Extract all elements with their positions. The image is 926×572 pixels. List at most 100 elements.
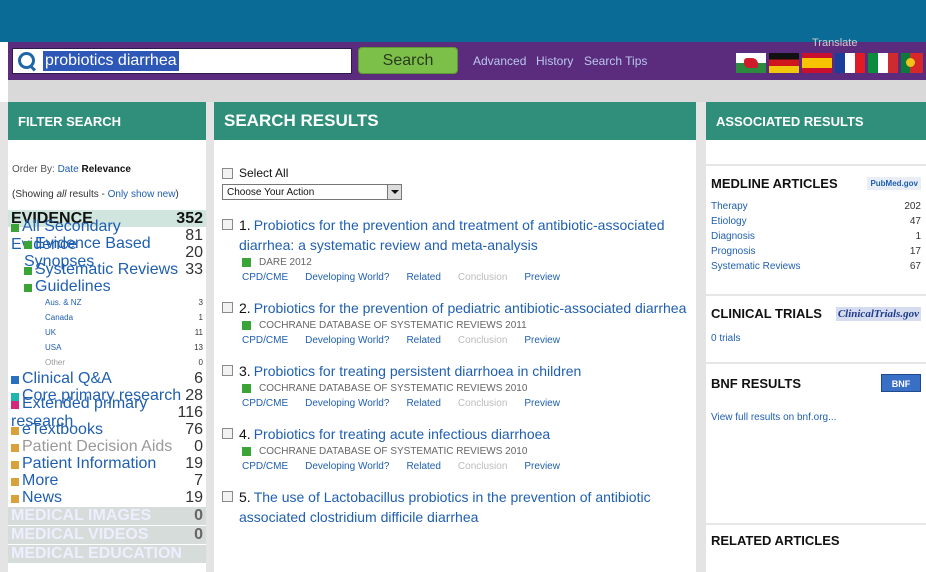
medline-row-label[interactable]: Systematic Reviews bbox=[711, 261, 800, 272]
filter-item[interactable]: Aus. & NZ 3 bbox=[8, 295, 206, 310]
result-link-cpd-cme[interactable]: CPD/CME bbox=[242, 272, 288, 283]
filter-item[interactable]: Canada 1 bbox=[8, 310, 206, 325]
result-checkbox[interactable] bbox=[222, 219, 233, 230]
filter-item[interactable]: Evidence Based Synopses 20 bbox=[8, 235, 206, 270]
filter-item-label[interactable]: More bbox=[22, 472, 58, 489]
order-date-link[interactable]: Date bbox=[58, 164, 79, 175]
result-item: 1. Probiotics for the prevention and trea… bbox=[222, 215, 688, 283]
search-icon bbox=[17, 51, 37, 71]
filter-item[interactable]: Clinical Q&A 6 bbox=[8, 370, 206, 387]
portuguese-flag-icon[interactable] bbox=[901, 53, 923, 73]
filter-item-label[interactable]: Patient Decision Aids bbox=[22, 438, 172, 455]
filter-item[interactable]: Extended primary research 116 bbox=[8, 395, 206, 430]
medline-row[interactable]: Systematic Reviews 67 bbox=[711, 259, 921, 274]
color-square-icon bbox=[11, 426, 19, 435]
filter-item[interactable]: News 19 bbox=[8, 489, 206, 506]
filter-gray-item[interactable]: MEDICAL EDUCATION bbox=[8, 545, 206, 563]
result-title-link[interactable]: Probiotics for treating acute infectious… bbox=[254, 426, 551, 442]
result-link-preview[interactable]: Preview bbox=[524, 461, 560, 472]
result-source: DARE 2012 bbox=[242, 257, 688, 268]
result-title-link[interactable]: Probiotics for the prevention and treatm… bbox=[254, 217, 665, 233]
filter-item[interactable]: Guidelines bbox=[8, 278, 206, 295]
filter-item-label[interactable]: Canada bbox=[45, 313, 73, 322]
french-flag-icon[interactable] bbox=[835, 53, 865, 73]
bnf-full-results-link[interactable]: View full results on bnf.org... bbox=[711, 412, 921, 423]
filter-item-label[interactable]: Guidelines bbox=[35, 278, 111, 295]
search-tips-link[interactable]: Search Tips bbox=[584, 54, 647, 68]
result-source-text: COCHRANE DATABASE OF SYSTEMATIC REVIEWS … bbox=[259, 320, 527, 331]
chevron-down-icon[interactable] bbox=[387, 185, 401, 199]
clinicaltrials-logo[interactable]: ClinicalTrials.gov bbox=[835, 306, 921, 321]
medline-row-label[interactable]: Prognosis bbox=[711, 246, 755, 257]
result-link-developing-world[interactable]: Developing World? bbox=[305, 272, 389, 283]
medline-row[interactable]: Etiology 47 bbox=[711, 214, 921, 229]
filter-gray-item[interactable]: MEDICAL IMAGES 0 bbox=[8, 507, 206, 525]
filter-item-label[interactable]: Other bbox=[45, 358, 65, 367]
italian-flag-icon[interactable] bbox=[868, 53, 898, 73]
result-link-developing-world[interactable]: Developing World? bbox=[305, 398, 389, 409]
filter-item-label[interactable]: USA bbox=[45, 343, 61, 352]
result-link-related[interactable]: Related bbox=[406, 461, 440, 472]
filter-gray-item[interactable]: MEDICAL VIDEOS 0 bbox=[8, 526, 206, 544]
result-title-link[interactable]: Probiotics for treating persistent diarr… bbox=[254, 363, 582, 379]
result-link-developing-world[interactable]: Developing World? bbox=[305, 335, 389, 346]
search-input-box[interactable]: probiotics diarrhea bbox=[12, 48, 352, 74]
medline-row-label[interactable]: Etiology bbox=[711, 216, 747, 227]
result-link-preview[interactable]: Preview bbox=[524, 272, 560, 283]
result-checkbox[interactable] bbox=[222, 365, 233, 376]
welsh-flag-icon[interactable] bbox=[736, 53, 766, 73]
filter-item[interactable]: Other 0 bbox=[8, 355, 206, 370]
spanish-flag-icon[interactable] bbox=[802, 53, 832, 73]
history-link[interactable]: History bbox=[536, 54, 573, 68]
result-checkbox[interactable] bbox=[222, 491, 233, 502]
action-select[interactable]: Choose Your Action bbox=[222, 184, 402, 200]
advanced-link[interactable]: Advanced bbox=[473, 54, 526, 68]
result-link-cpd-cme[interactable]: CPD/CME bbox=[242, 335, 288, 346]
only-show-new-link[interactable]: Only show new bbox=[108, 189, 176, 200]
filter-item[interactable]: More 7 bbox=[8, 472, 206, 489]
result-link-preview[interactable]: Preview bbox=[524, 398, 560, 409]
filter-item-label[interactable]: Clinical Q&A bbox=[22, 370, 112, 387]
trials-count-link[interactable]: 0 trials bbox=[711, 333, 921, 344]
filter-item-label[interactable]: Patient Information bbox=[22, 455, 156, 472]
filter-item-label[interactable]: Systematic Reviews bbox=[35, 261, 178, 278]
result-link-related[interactable]: Related bbox=[406, 335, 440, 346]
search-button[interactable]: Search bbox=[358, 47, 458, 74]
medline-row[interactable]: Diagnosis 1 bbox=[711, 229, 921, 244]
order-relevance[interactable]: Relevance bbox=[81, 164, 130, 175]
filter-item-label[interactable]: News bbox=[22, 489, 62, 506]
filter-item-count: 7 bbox=[194, 471, 203, 489]
medline-row[interactable]: Therapy 202 bbox=[711, 199, 921, 214]
result-links: CPD/CME Developing World? Related Conclusio… bbox=[242, 272, 688, 283]
pubmed-logo[interactable]: PubMed.gov bbox=[867, 177, 921, 190]
bnf-logo[interactable]: BNF bbox=[881, 374, 921, 392]
filter-item[interactable]: UK 11 bbox=[8, 325, 206, 340]
medline-row-label[interactable]: Therapy bbox=[711, 201, 748, 212]
result-link-cpd-cme[interactable]: CPD/CME bbox=[242, 398, 288, 409]
filter-item-count: 116 bbox=[177, 403, 203, 421]
filter-item[interactable]: Patient Decision Aids 0 bbox=[8, 438, 206, 455]
result-title-link[interactable]: diarrhea: a systematic review and meta-a… bbox=[239, 235, 665, 255]
filter-item[interactable]: Systematic Reviews 33 bbox=[8, 261, 206, 278]
result-link-related[interactable]: Related bbox=[406, 272, 440, 283]
result-link-preview[interactable]: Preview bbox=[524, 335, 560, 346]
result-title-link[interactable]: associated clostridium difficile diarrhe… bbox=[239, 507, 651, 527]
result-checkbox[interactable] bbox=[222, 302, 233, 313]
result-checkbox[interactable] bbox=[222, 428, 233, 439]
result-title-link[interactable]: Probiotics for the prevention of pediatr… bbox=[254, 300, 687, 316]
result-link-developing-world[interactable]: Developing World? bbox=[305, 461, 389, 472]
german-flag-icon[interactable] bbox=[769, 53, 799, 73]
filter-item[interactable]: Patient Information 19 bbox=[8, 455, 206, 472]
source-square-icon bbox=[242, 447, 251, 456]
select-all-checkbox[interactable] bbox=[222, 167, 233, 179]
filter-item-label[interactable]: UK bbox=[45, 328, 56, 337]
filter-item-label[interactable]: eTextbooks bbox=[22, 421, 103, 438]
result-link-related[interactable]: Related bbox=[406, 398, 440, 409]
filter-item-label[interactable]: Aus. & NZ bbox=[45, 298, 81, 307]
search-input[interactable]: probiotics diarrhea bbox=[43, 51, 179, 71]
result-title-link[interactable]: The use of Lactobacillus probiotics in t… bbox=[254, 489, 651, 505]
medline-row[interactable]: Prognosis 17 bbox=[711, 244, 921, 259]
medline-row-label[interactable]: Diagnosis bbox=[711, 231, 755, 242]
filter-item[interactable]: USA 13 bbox=[8, 340, 206, 355]
result-link-cpd-cme[interactable]: CPD/CME bbox=[242, 461, 288, 472]
